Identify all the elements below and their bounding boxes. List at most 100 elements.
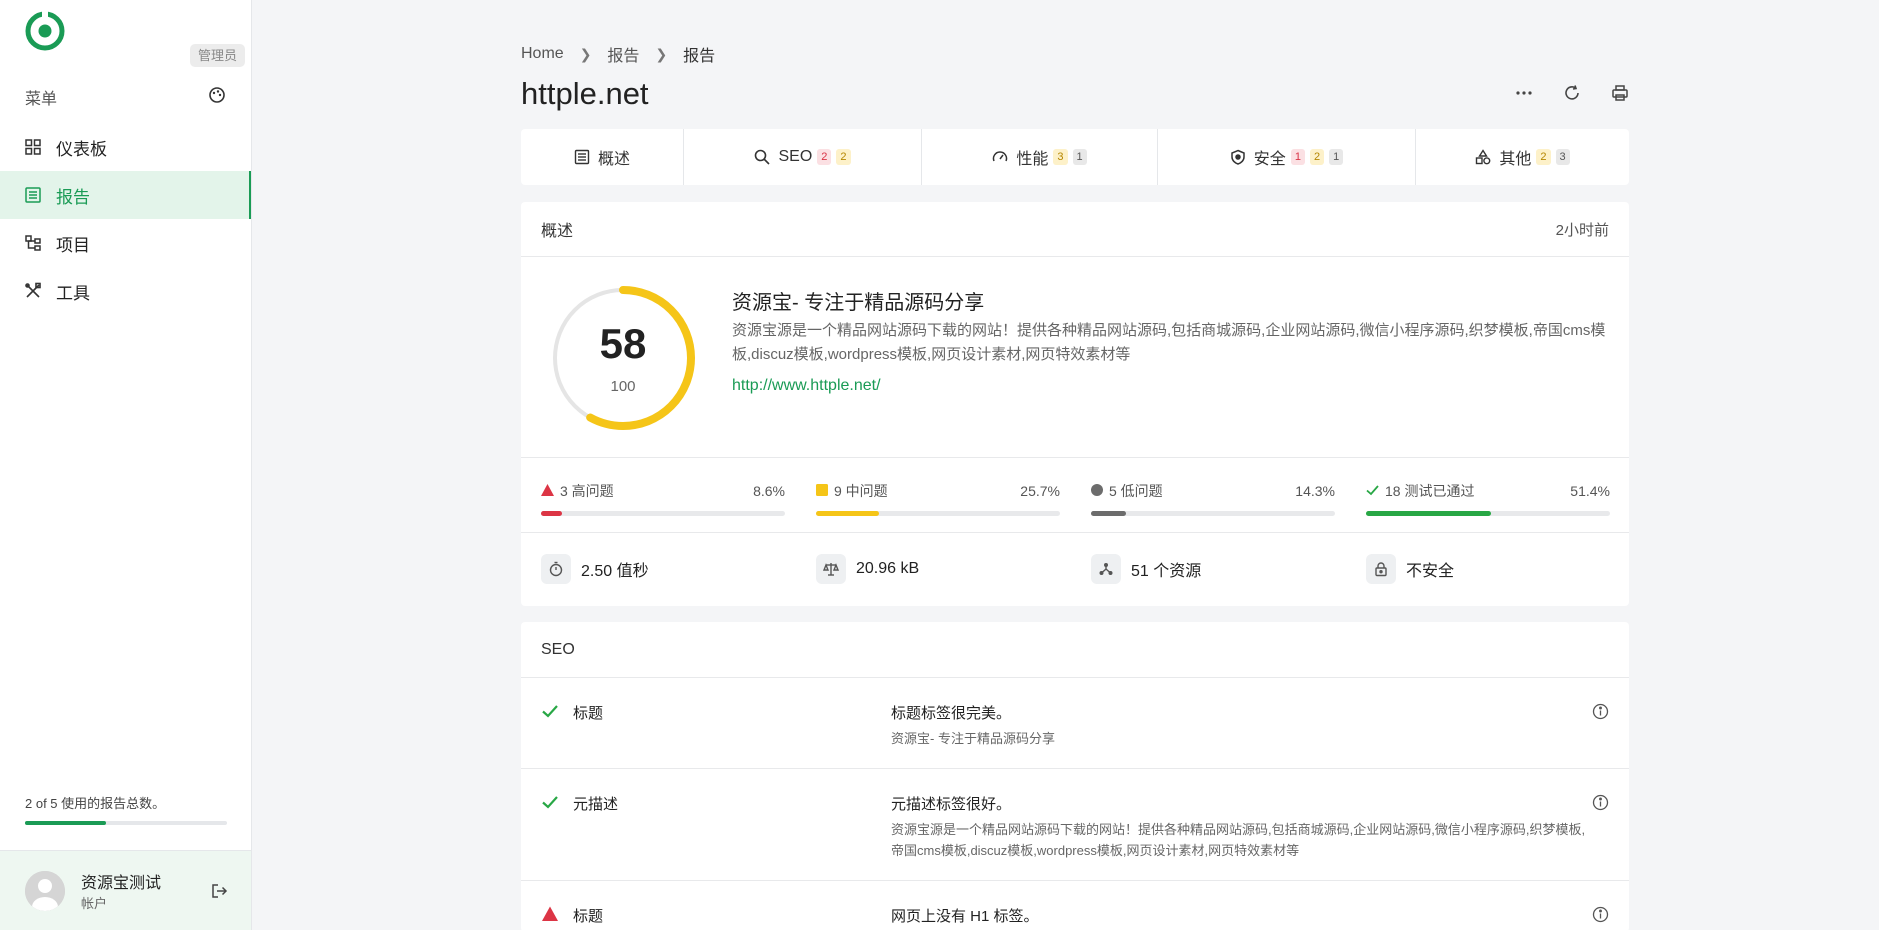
tab-seo[interactable]: SEO 2 2: [684, 129, 922, 185]
usage-text: 2 of 5 使用的报告总数。: [25, 796, 166, 811]
tab-other[interactable]: 其他 2 3: [1416, 129, 1629, 185]
user-avatar-icon: [25, 871, 65, 911]
stat-fill: [1091, 511, 1126, 516]
chevron-right-icon: ❯: [655, 45, 668, 62]
stat-percent: 51.4%: [1570, 483, 1610, 499]
stat-passed-tests: 18 测试已通过 51.4%: [1366, 481, 1610, 516]
tab-security[interactable]: 安全 1 2 1: [1158, 129, 1416, 185]
score-gauge: 58 100: [549, 284, 697, 432]
overview-header: 概述 2小时前: [521, 202, 1629, 257]
sidebar-item-dashboard[interactable]: 仪表板: [0, 123, 251, 171]
stat-medium-issues: 9 中问题 25.7%: [816, 481, 1060, 516]
overview-card: 概述 2小时前 58 100 资源宝- 专注于精品源码分享 资源宝源是一个精品网…: [521, 202, 1629, 606]
network-icon: [1099, 563, 1113, 575]
sidebar-item-reports[interactable]: 报告: [0, 171, 251, 219]
divider: [521, 532, 1629, 533]
low-issues-badge: 3: [1555, 149, 1570, 165]
stat-label: 3 高问题: [560, 483, 614, 499]
meta-value: 2.50 值秒: [581, 563, 649, 580]
site-title: 资源宝- 专注于精品源码分享: [732, 292, 985, 314]
seo-header: SEO: [521, 622, 1629, 677]
sidebar-item-projects[interactable]: 项目: [0, 219, 251, 267]
test-detail: 资源宝- 专注于精品源码分享: [891, 731, 1055, 746]
https-status: 不安全: [1366, 554, 1454, 584]
sidebar-item-label: 工具: [56, 283, 90, 303]
header-actions: [1515, 84, 1629, 102]
breadcrumb-home[interactable]: Home: [521, 45, 564, 63]
test-name: 元描述: [573, 796, 619, 813]
test-detail: 资源宝源是一个精品网站源码下载的网站！提供各种精品网站源码,包括商城源码,企业网…: [891, 822, 1586, 858]
usage-progress: [25, 821, 227, 825]
tab-label: 性能: [1016, 151, 1049, 168]
sidebar-item-label: 报告: [56, 187, 90, 207]
info-icon[interactable]: [1592, 906, 1609, 923]
low-issues-badge: 1: [1329, 149, 1344, 165]
report-time: 2小时前: [1555, 221, 1609, 239]
tools-icon: [25, 282, 41, 298]
account-panel: 资源宝测试 帐户: [0, 850, 251, 930]
shapes-icon: [1476, 149, 1491, 165]
tab-performance[interactable]: 性能 3 1: [922, 129, 1158, 185]
circle-icon: [1091, 483, 1103, 499]
stat-percent: 25.7%: [1020, 483, 1060, 499]
seo-row-h1: 标题 网页上没有 H1 标签。: [521, 880, 1629, 930]
meta-value: 51 个资源: [1131, 563, 1202, 580]
logout-icon[interactable]: [210, 882, 228, 900]
breadcrumb: Home ❯ 报告 ❯ 报告: [521, 42, 715, 66]
stat-label: 18 测试已通过: [1385, 483, 1475, 499]
divider: [521, 457, 1629, 458]
stat-high-issues: 3 高问题 8.6%: [541, 481, 785, 516]
meta-value: 不安全: [1406, 563, 1455, 580]
test-message: 元描述标签很好。: [891, 796, 1012, 813]
tab-label: 概述: [597, 151, 630, 168]
check-icon: [542, 705, 558, 718]
seo-row-meta-description: 元描述 元描述标签很好。 资源宝源是一个精品网站源码下载的网站！提供各种精品网站…: [521, 768, 1629, 880]
score-value: 58: [599, 320, 647, 367]
menu-label: 菜单: [25, 91, 58, 108]
test-name: 标题: [573, 705, 604, 722]
medium-issues-badge: 2: [1536, 149, 1551, 165]
scale-icon: [823, 563, 839, 576]
test-message: 网页上没有 H1 标签。: [891, 908, 1039, 925]
breadcrumb-current: 报告: [683, 48, 716, 65]
sidebar-item-label: 项目: [56, 235, 90, 255]
score-max: 100: [610, 378, 636, 395]
stat-fill: [1366, 511, 1492, 516]
check-icon: [1366, 483, 1379, 499]
site-description: 资源宝源是一个精品网站源码下载的网站！提供各种精品网站源码,包括商城源码,企业网…: [732, 322, 1606, 363]
project-tree-icon: [25, 235, 41, 251]
report-tabs: 概述 SEO 2 2 性能 3 1 安全 1 2 1 其他 2 3: [521, 129, 1629, 185]
seo-row-title: 标题 标题标签很完美。 资源宝- 专注于精品源码分享: [521, 677, 1629, 768]
sidebar-item-label: 仪表板: [56, 139, 107, 159]
stat-percent: 8.6%: [753, 483, 785, 499]
speedometer-icon: [993, 151, 1008, 162]
medium-issues-badge: 3: [1053, 149, 1068, 165]
list-icon: [574, 149, 590, 165]
more-icon[interactable]: [1515, 84, 1533, 102]
warning-triangle-icon: [541, 483, 554, 499]
info-icon[interactable]: [1592, 703, 1609, 720]
usage-progress-fill: [25, 821, 106, 825]
lock-icon: [1375, 562, 1387, 577]
medium-issues-badge: 2: [836, 149, 851, 165]
sidebar-item-tools[interactable]: 工具: [0, 267, 251, 315]
breadcrumb-reports[interactable]: 报告: [607, 42, 639, 66]
resource-count: 51 个资源: [1091, 554, 1201, 584]
seo-title: SEO: [541, 640, 575, 658]
avatar[interactable]: [25, 871, 65, 911]
dashboard-grid-icon: [25, 139, 41, 155]
stat-percent: 14.3%: [1295, 483, 1335, 499]
square-icon: [816, 483, 828, 499]
refresh-icon[interactable]: [1563, 84, 1581, 102]
palette-icon[interactable]: [208, 86, 226, 104]
print-icon[interactable]: [1611, 84, 1629, 102]
test-name: 标题: [573, 908, 604, 925]
tab-label: 安全: [1253, 151, 1286, 168]
load-time: 2.50 值秒: [541, 554, 649, 584]
logo-icon[interactable]: [24, 10, 66, 52]
site-url-link[interactable]: http://www.httple.net/: [732, 377, 881, 395]
tab-overview[interactable]: 概述: [521, 129, 684, 185]
chevron-right-icon: ❯: [579, 45, 592, 62]
info-icon[interactable]: [1592, 794, 1609, 811]
check-icon: [542, 796, 558, 809]
